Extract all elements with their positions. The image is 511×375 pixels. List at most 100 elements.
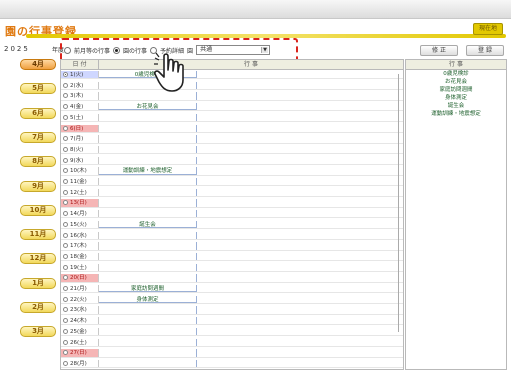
event-cell[interactable] (99, 156, 197, 164)
event-cell[interactable]: 家庭訪問週間 (99, 285, 197, 293)
row-radio[interactable] (63, 189, 68, 195)
exit-button[interactable]: 現在地 (473, 23, 503, 35)
date-cell[interactable]: 22(火) (61, 295, 99, 304)
month-tab[interactable]: 7月 (20, 131, 56, 143)
table-row[interactable]: 25(金) (61, 327, 403, 337)
row-radio[interactable] (63, 350, 68, 356)
row-radio[interactable] (63, 296, 68, 302)
date-cell[interactable]: 8(火) (61, 145, 99, 154)
month-tab[interactable]: 5月 (20, 83, 56, 95)
month-tab[interactable]: 6月 (20, 107, 56, 119)
table-row[interactable]: 5(土) (61, 113, 403, 123)
date-cell[interactable]: 1(火) (61, 71, 99, 79)
event-cell[interactable] (99, 199, 197, 207)
register-button[interactable]: 登 録 (466, 45, 504, 56)
table-row[interactable]: 21(月) 家庭訪問週間 (61, 285, 403, 294)
list-item[interactable]: 家庭訪問週間 (406, 86, 506, 94)
date-cell[interactable]: 17(木) (61, 242, 99, 250)
date-cell[interactable]: 28(月) (61, 359, 99, 368)
event-cell[interactable] (99, 113, 197, 122)
table-row[interactable]: 18(金) (61, 252, 403, 262)
event-cell[interactable] (99, 306, 197, 314)
month-tab[interactable]: 11月 (20, 229, 56, 241)
date-cell[interactable]: 24(木) (61, 317, 99, 325)
date-cell[interactable]: 4(金) (61, 103, 99, 111)
month-tab[interactable]: 4月 (20, 59, 56, 70)
row-radio[interactable] (63, 179, 68, 184)
row-radio[interactable] (63, 211, 68, 217)
date-cell[interactable]: 25(金) (61, 327, 99, 336)
event-cell[interactable] (99, 317, 197, 325)
list-item[interactable]: お花見会 (406, 78, 506, 86)
row-radio[interactable] (63, 136, 68, 142)
month-tab[interactable]: 12月 (20, 253, 56, 265)
row-radio[interactable] (63, 93, 68, 99)
row-radio[interactable] (63, 125, 68, 131)
table-row[interactable]: 22(火) 身体測定 (61, 295, 403, 305)
event-cell[interactable] (99, 359, 197, 368)
event-cell[interactable] (99, 188, 197, 197)
table-row[interactable]: 15(火) 誕生会 (61, 220, 403, 230)
date-cell[interactable]: 19(土) (61, 263, 99, 271)
row-radio[interactable] (63, 221, 68, 227)
event-cell[interactable] (99, 263, 197, 271)
table-row[interactable]: 9(水) (61, 156, 403, 165)
list-item[interactable]: 身体測定 (406, 94, 506, 102)
event-cell[interactable]: 誕生会 (99, 220, 197, 229)
date-cell[interactable]: 7(月) (61, 135, 99, 143)
table-row[interactable]: 13(日) (61, 199, 403, 208)
date-cell[interactable]: 14(月) (61, 210, 99, 218)
month-tab[interactable]: 2月 (20, 302, 56, 313)
date-cell[interactable]: 15(火) (61, 220, 99, 229)
table-row[interactable]: 7(月) (61, 135, 403, 144)
row-radio[interactable] (63, 328, 68, 334)
grid-scrollbar[interactable] (398, 74, 399, 332)
table-row[interactable]: 2(水) (61, 81, 403, 91)
date-cell[interactable]: 5(土) (61, 113, 99, 122)
row-radio[interactable] (63, 243, 68, 249)
event-cell[interactable] (99, 145, 197, 154)
event-cell[interactable] (99, 274, 197, 282)
date-cell[interactable]: 3(木) (61, 92, 99, 100)
table-row[interactable]: 10(木) 運動訓練・地震想定 (61, 167, 403, 176)
date-cell[interactable]: 16(水) (61, 231, 99, 239)
table-row[interactable]: 6(日) (61, 124, 403, 133)
date-cell[interactable]: 20(日) (61, 274, 99, 282)
date-cell[interactable]: 12(土) (61, 188, 99, 197)
row-radio[interactable] (63, 339, 68, 345)
list-item[interactable]: 0歳児検診 (406, 70, 506, 78)
row-radio[interactable] (63, 72, 68, 77)
date-cell[interactable]: 18(金) (61, 252, 99, 261)
event-cell[interactable] (99, 242, 197, 250)
row-radio[interactable] (63, 360, 68, 366)
event-cell[interactable] (99, 135, 197, 143)
row-radio[interactable] (63, 114, 68, 120)
date-cell[interactable]: 10(木) (61, 167, 99, 175)
month-tab[interactable]: 9月 (20, 180, 56, 192)
row-radio[interactable] (63, 157, 68, 163)
month-tab[interactable]: 10月 (20, 204, 56, 216)
date-cell[interactable]: 27(日) (61, 349, 99, 357)
month-tab[interactable]: 3月 (20, 326, 56, 338)
table-row[interactable]: 17(木) (61, 242, 403, 251)
list-item[interactable]: 誕生会 (406, 102, 506, 110)
table-row[interactable]: 1(火) 0歳児検診 (61, 71, 403, 80)
table-row[interactable]: 3(木) (61, 92, 403, 101)
event-cell[interactable]: 運動訓練・地震想定 (99, 167, 197, 175)
table-row[interactable]: 14(月) (61, 210, 403, 219)
date-cell[interactable]: 6(日) (61, 124, 99, 132)
event-cell[interactable]: 身体測定 (99, 295, 197, 304)
event-cell[interactable] (99, 231, 197, 239)
event-cell[interactable] (99, 349, 197, 357)
row-radio[interactable] (63, 286, 68, 291)
edit-button[interactable]: 修 正 (420, 45, 458, 56)
date-cell[interactable]: 2(水) (61, 81, 99, 90)
date-cell[interactable]: 9(水) (61, 156, 99, 164)
event-cell[interactable] (99, 338, 197, 346)
table-row[interactable]: 23(水) (61, 306, 403, 315)
row-radio[interactable] (63, 200, 68, 206)
list-item[interactable]: 運動訓練・地震想定 (406, 110, 506, 118)
row-radio[interactable] (63, 307, 68, 313)
table-row[interactable]: 20(日) (61, 274, 403, 283)
row-radio[interactable] (63, 275, 68, 281)
